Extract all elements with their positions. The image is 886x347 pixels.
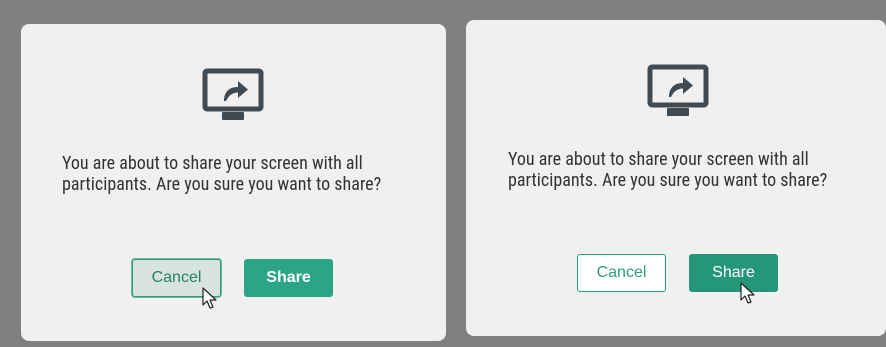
screen-share-icon [202, 68, 264, 122]
dialog-message: You are about to share your screen with … [62, 153, 382, 195]
mouse-pointer-icon [202, 287, 218, 311]
mouse-pointer-icon [740, 282, 756, 306]
share-screen-dialog-right: You are about to share your screen with … [466, 20, 886, 336]
share-screen-dialog-left: You are about to share your screen with … [21, 24, 446, 341]
dialog-message: You are about to share your screen with … [508, 149, 828, 191]
share-button[interactable]: Share [244, 259, 333, 297]
screen-share-icon [647, 64, 709, 118]
cancel-button[interactable]: Cancel [577, 254, 666, 292]
share-button[interactable]: Share [689, 254, 778, 292]
